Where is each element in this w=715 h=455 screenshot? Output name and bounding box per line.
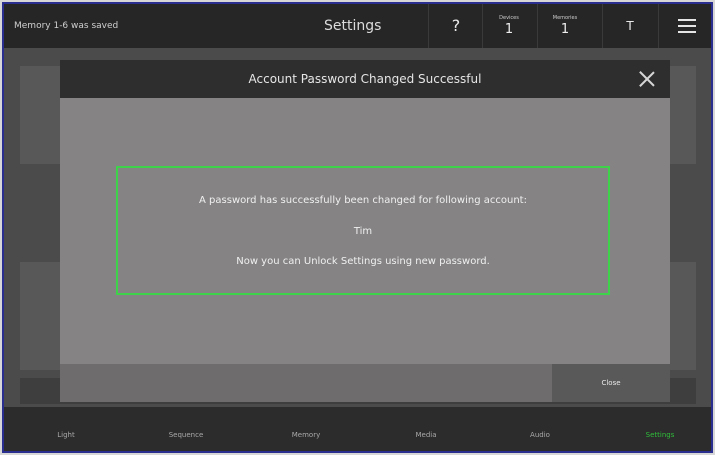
nav-audio[interactable]: Audio [500, 407, 580, 451]
menu-button[interactable] [664, 4, 708, 48]
devices-counter[interactable]: Devices 1 [484, 4, 534, 48]
user-button[interactable]: T [608, 4, 652, 48]
password-changed-dialog: Account Password Changed Successful A pa… [60, 60, 670, 402]
help-icon: ? [451, 16, 461, 35]
top-bar-divider [428, 4, 429, 48]
account-name: Tim [353, 226, 373, 237]
nav-sequence[interactable]: Sequence [146, 407, 226, 451]
dialog-footer: Close [60, 364, 670, 402]
nav-media[interactable]: Media [386, 407, 466, 451]
top-bar-divider [482, 4, 483, 48]
top-bar-divider [602, 4, 603, 48]
close-icon[interactable] [637, 69, 657, 89]
memories-label: Memories [552, 15, 578, 21]
close-button[interactable]: Close [552, 364, 670, 402]
memories-count: 1 [560, 22, 570, 37]
devices-label: Devices [499, 15, 519, 21]
top-bar-divider [658, 4, 659, 48]
page-title: Settings [324, 18, 382, 34]
dialog-header: Account Password Changed Successful [60, 60, 670, 98]
bottom-navigation: Light Sequence Memory Media Audio Settin… [4, 407, 711, 451]
message-text: A password has successfully been changed… [199, 195, 527, 206]
success-message-box: A password has successfully been changed… [116, 166, 610, 295]
nav-memory[interactable]: Memory [266, 407, 346, 451]
nav-settings[interactable]: Settings [620, 407, 700, 451]
top-bar: Memory 1-6 was saved Settings ? Devices … [4, 4, 711, 48]
memories-counter[interactable]: Memories 1 [540, 4, 590, 48]
status-message: Memory 1-6 was saved [14, 21, 119, 31]
dialog-title: Account Password Changed Successful [248, 72, 482, 86]
help-button[interactable]: ? [434, 4, 478, 48]
message-hint: Now you can Unlock Settings using new pa… [236, 256, 490, 267]
settings-tile[interactable] [20, 262, 64, 370]
top-bar-divider [537, 4, 538, 48]
user-initial: T [626, 19, 634, 33]
nav-light[interactable]: Light [26, 407, 106, 451]
devices-count: 1 [504, 22, 514, 37]
app-window: Memory 1-6 was saved Settings ? Devices … [4, 4, 711, 451]
